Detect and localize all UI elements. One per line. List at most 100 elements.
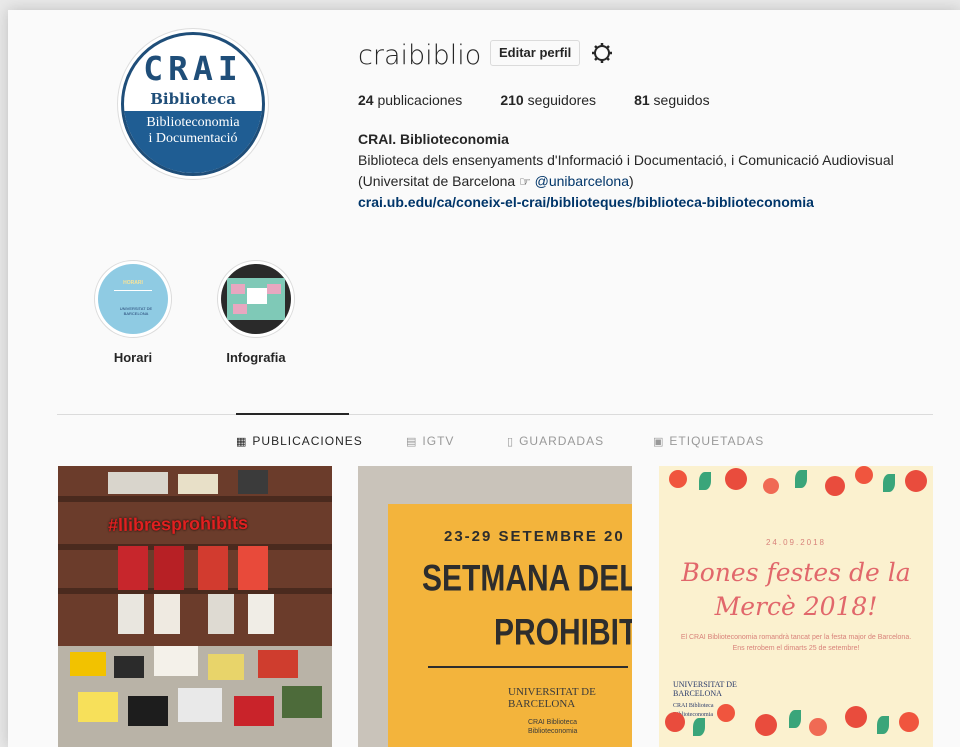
highlight-label: Horari bbox=[113, 350, 153, 365]
logo-crai-text: CRAI bbox=[143, 49, 243, 88]
ub-line1: UNIVERSITAT DE bbox=[673, 680, 737, 689]
logo-band-line2: i Documentació bbox=[148, 131, 238, 146]
bio-line2: (Universitat de Barcelona ☞ @unibarcelon… bbox=[358, 171, 894, 192]
post-title-line2: Mercè 2018! bbox=[714, 592, 878, 621]
table-book bbox=[258, 650, 298, 678]
tag-icon: ▣ bbox=[653, 435, 665, 448]
post-1[interactable]: #llibresprohibits bbox=[58, 466, 332, 747]
poster-dates: 23-29 SETEMBRE 20 bbox=[444, 528, 625, 545]
table-book bbox=[208, 654, 244, 680]
crai-logo: CRAI Biblioteca Biblioteconomia i Docume… bbox=[121, 32, 265, 176]
post-title: Bones festes de la Mercè 2018! bbox=[659, 556, 933, 624]
highlight-horari[interactable]: HORARI UNIVERSITAT DE BARCELONA Horari bbox=[93, 260, 173, 365]
profile-stats: 24 publicaciones 210 seguidores 81 segui… bbox=[358, 92, 710, 108]
tab-label: ETIQUETADAS bbox=[669, 434, 765, 448]
table-book bbox=[282, 686, 322, 718]
logo-biblioteca-text: Biblioteca bbox=[150, 90, 236, 108]
flower bbox=[665, 712, 685, 732]
highlight-horari-thumb: HORARI UNIVERSITAT DE BARCELONA bbox=[98, 264, 168, 334]
followers-count: 210 bbox=[500, 92, 524, 108]
pointing-hand-icon: ☞ bbox=[519, 174, 531, 189]
leaf bbox=[877, 716, 889, 734]
flower bbox=[725, 468, 747, 490]
book bbox=[208, 594, 234, 634]
flower bbox=[809, 718, 827, 736]
bio-line1: Biblioteca dels ensenyaments d'Informaci… bbox=[358, 152, 894, 168]
table-book bbox=[234, 696, 274, 726]
edit-profile-button[interactable]: Editar perfil bbox=[490, 40, 581, 66]
book bbox=[178, 474, 218, 494]
bookmark-icon: ▯ bbox=[507, 435, 515, 448]
book bbox=[154, 594, 180, 634]
following-count: 81 bbox=[634, 92, 650, 108]
book bbox=[198, 546, 228, 590]
table-book bbox=[154, 646, 198, 676]
poster-title-line1: SETMANA DELS LLI bbox=[422, 558, 632, 600]
bio-line2-prefix: (Universitat de Barcelona bbox=[358, 173, 520, 189]
leaf bbox=[883, 474, 895, 492]
following-label: seguidos bbox=[653, 92, 710, 108]
profile-username: craibiblio bbox=[358, 40, 482, 71]
bio-website-link[interactable]: crai.ub.edu/ca/coneix-el-crai/bibliotequ… bbox=[358, 192, 894, 213]
poster-line bbox=[428, 666, 628, 668]
logo-band-line1: Biblioteconomia bbox=[146, 115, 240, 130]
posts-count: 24 bbox=[358, 92, 374, 108]
bio-mention-link[interactable]: @unibarcelona bbox=[535, 173, 629, 189]
post-title-line1: Bones festes de la bbox=[681, 558, 911, 587]
table-book bbox=[114, 656, 144, 678]
book bbox=[118, 594, 144, 634]
post-date: 24.09.2018 bbox=[765, 538, 827, 547]
tab-publicaciones[interactable]: ▦ PUBLICACIONES bbox=[236, 434, 363, 448]
display-table bbox=[58, 646, 332, 747]
gear-icon[interactable] bbox=[590, 41, 614, 65]
stat-following[interactable]: 81 seguidos bbox=[634, 92, 710, 108]
tab-etiquetadas[interactable]: ▣ ETIQUETADAS bbox=[653, 434, 764, 448]
flower bbox=[905, 470, 927, 492]
flower bbox=[755, 714, 777, 736]
flower bbox=[845, 706, 867, 728]
highlight-infografia[interactable]: Infografia bbox=[216, 260, 296, 365]
stat-posts: 24 publicaciones bbox=[358, 92, 462, 108]
profile-avatar[interactable]: CRAI Biblioteca Biblioteconomia i Docume… bbox=[117, 28, 269, 180]
infographic-card-3 bbox=[267, 284, 281, 294]
poster-title-line2: PROHIBITS bbox=[494, 612, 632, 654]
grid-icon: ▦ bbox=[236, 435, 248, 448]
table-book bbox=[178, 688, 222, 722]
book bbox=[238, 470, 268, 494]
crai-text: CRAI Biblioteca Biblioteconomia bbox=[528, 718, 577, 736]
tabs-divider bbox=[57, 414, 933, 415]
post-hashtag: #llibresprohibits bbox=[107, 512, 249, 536]
tab-igtv[interactable]: ▤ IGTV bbox=[406, 434, 454, 448]
leaf bbox=[693, 718, 705, 736]
tv-icon: ▤ bbox=[406, 435, 418, 448]
post-2[interactable]: 23-29 SETEMBRE 20 SETMANA DELS LLI PROHI… bbox=[358, 466, 632, 747]
crai-line2: Biblioteconomia bbox=[528, 728, 578, 735]
flower bbox=[669, 470, 687, 488]
stat-followers[interactable]: 210 seguidores bbox=[500, 92, 596, 108]
tab-label: IGTV bbox=[422, 434, 455, 448]
ub-line2: BARCELONA bbox=[508, 698, 576, 710]
highlight-horari-thumb-ub: UNIVERSITAT DE BARCELONA bbox=[119, 306, 153, 316]
book bbox=[108, 472, 168, 494]
ub-logo-text: UNIVERSITAT DE BARCELONA bbox=[508, 686, 596, 710]
flower bbox=[899, 712, 919, 732]
book bbox=[248, 594, 274, 634]
crai-line1: CRAI Biblioteca bbox=[528, 719, 578, 726]
shelf bbox=[58, 588, 332, 594]
tab-guardadas[interactable]: ▯ GUARDADAS bbox=[507, 434, 604, 448]
flower bbox=[855, 466, 873, 484]
infographic-card-1 bbox=[231, 284, 245, 294]
flower bbox=[717, 704, 735, 722]
ub-line2: BARCELONA bbox=[673, 689, 722, 698]
shelf bbox=[58, 544, 332, 550]
highlight-ring bbox=[217, 260, 295, 338]
post-3[interactable]: 24.09.2018 Bones festes de la Mercè 2018… bbox=[659, 466, 933, 747]
profile-bio: CRAI. Biblioteconomia Biblioteca dels en… bbox=[358, 129, 894, 213]
infographic-card-4 bbox=[233, 304, 247, 314]
leaf bbox=[789, 710, 801, 728]
leaf bbox=[795, 470, 807, 488]
highlight-infografia-thumb bbox=[221, 264, 291, 334]
followers-label: seguidores bbox=[527, 92, 597, 108]
book bbox=[238, 546, 268, 590]
highlight-ring: HORARI UNIVERSITAT DE BARCELONA bbox=[94, 260, 172, 338]
